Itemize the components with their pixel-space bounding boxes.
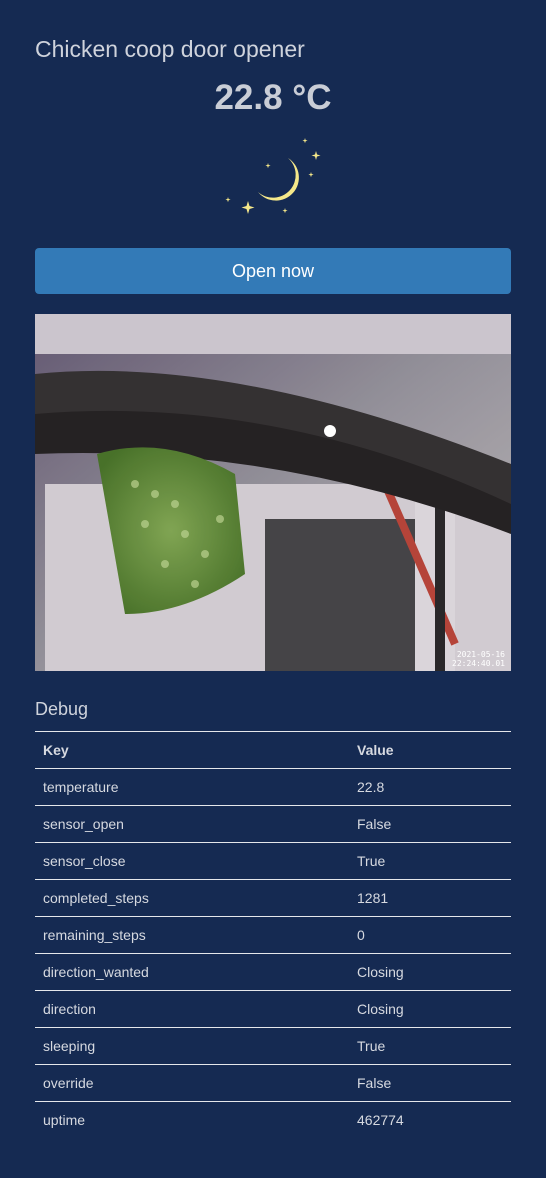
row-key: direction [35,990,349,1028]
table-row: direction_wanted Closing [35,953,511,991]
row-value: False [349,805,511,843]
temperature-readout: 22.8 °C [214,78,332,117]
table-row: sensor_open False [35,805,511,843]
row-value: 22.8 [349,768,511,806]
moon-stars-icon [218,134,328,224]
table-header-row: Key Value [35,731,511,769]
debug-table: Key Value temperature 22.8 sensor_open F… [35,731,511,1138]
row-key: sensor_open [35,805,349,843]
table-row: temperature 22.8 [35,768,511,806]
row-key: direction_wanted [35,953,349,991]
row-value: Closing [349,990,511,1028]
row-key: temperature [35,768,349,806]
table-row: override False [35,1064,511,1102]
row-key: override [35,1064,349,1102]
column-header-value: Value [349,731,511,769]
row-key: uptime [35,1101,349,1138]
row-value: 462774 [349,1101,511,1138]
table-row: sensor_close True [35,842,511,880]
row-value: 0 [349,916,511,954]
debug-heading: Debug [35,699,89,719]
row-value: 1281 [349,879,511,917]
column-header-key: Key [35,731,349,769]
row-value: True [349,842,511,880]
open-now-button[interactable]: Open now [35,248,511,294]
row-value: True [349,1027,511,1065]
table-row: sleeping True [35,1027,511,1065]
page-title: Chicken coop door opener [35,36,305,62]
row-value: False [349,1064,511,1102]
row-value: Closing [349,953,511,991]
row-key: sleeping [35,1027,349,1065]
row-key: completed_steps [35,879,349,917]
camera-time-stamp: 22:24:40.01 [452,659,505,668]
row-key: remaining_steps [35,916,349,954]
camera-snapshot: 2021-05-16 22:24:40.01 [35,314,511,671]
table-row: direction Closing [35,990,511,1028]
table-row: remaining_steps 0 [35,916,511,954]
camera-date-stamp: 2021-05-16 [457,650,505,659]
page: Chicken coop door opener 22.8 °C Open no… [0,0,546,1178]
table-row: completed_steps 1281 [35,879,511,917]
row-key: sensor_close [35,842,349,880]
table-row: uptime 462774 [35,1101,511,1138]
